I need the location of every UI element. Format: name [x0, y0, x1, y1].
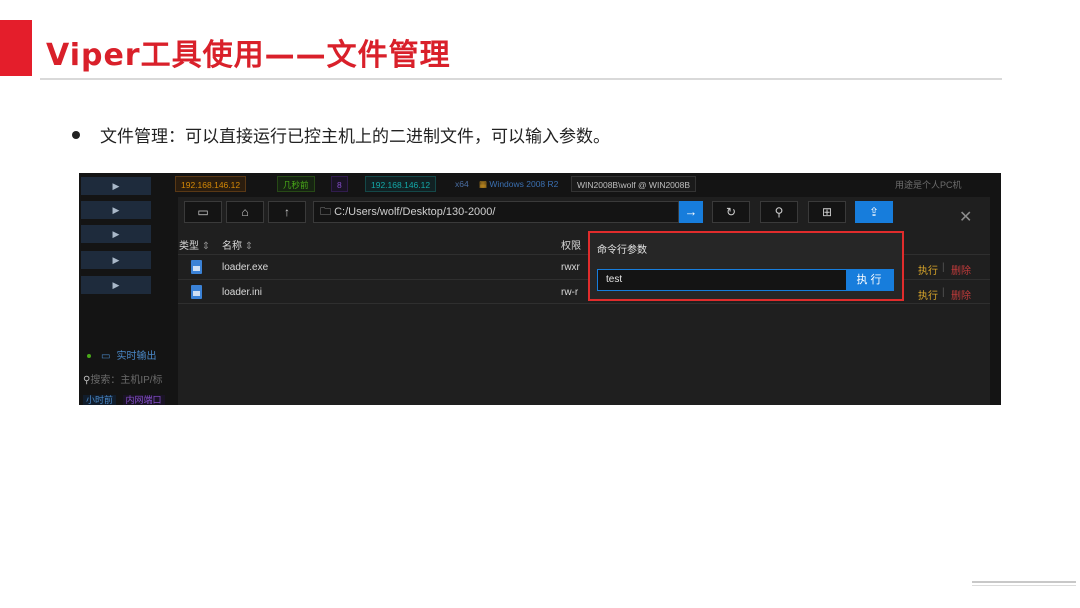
execute-button[interactable]: 执行 — [847, 269, 894, 291]
sidebar-expand-button[interactable]: ▶ — [81, 201, 151, 219]
action-divider: | — [942, 262, 945, 273]
host-search-input[interactable]: ⚲搜索：主机IP/标 — [83, 371, 163, 386]
home-icon: ⌂ — [241, 205, 249, 219]
realtime-output-link[interactable]: ▭ 实时输出 — [87, 347, 156, 362]
desktop-icon: ▭ — [197, 205, 209, 219]
sidebar-expand-button[interactable]: ▶ — [81, 225, 151, 243]
cmd-args-input[interactable]: test — [597, 269, 847, 291]
viper-screenshot: ▶ ▶ ▶ ▶ ▶ 192.168.146.12 几秒前 8 192.168.1… — [79, 173, 1001, 405]
sidebar-expand-button[interactable]: ▶ — [81, 276, 151, 294]
user-tag: WIN2008B\wolf @ WIN2008B — [571, 176, 697, 192]
file-name: loader.ini — [222, 287, 263, 298]
action-divider: | — [942, 287, 945, 298]
upload-icon: ⇪ — [868, 205, 880, 219]
title-divider — [40, 78, 1002, 80]
popover-title: 命令行参数 — [597, 245, 647, 256]
file-permission: rwxr — [561, 262, 580, 273]
port-tag: 内网端口 — [122, 395, 165, 405]
host-ip2-tag: 192.168.146.12 — [365, 176, 437, 192]
sort-icon: ⇕ — [201, 241, 211, 252]
file-permission: rw-r — [561, 287, 579, 298]
home-button[interactable]: ⌂ — [226, 201, 264, 223]
sidebar-expand-button[interactable]: ▶ — [81, 251, 151, 269]
bullet-text: 文件管理：可以直接运行已控主机上的二进制文件，可以输入参数。 — [100, 127, 610, 147]
os-tag: ▦ Windows 2008 R2 — [479, 179, 559, 189]
footer-line — [972, 581, 1076, 583]
sort-icon: ⇕ — [244, 241, 254, 252]
close-icon: ✕ — [959, 209, 973, 226]
path-input[interactable]: 🗀 C:/Users/wolf/Desktop/130-2000/ — [313, 201, 679, 223]
sidebar-expand-button[interactable]: ▶ — [81, 177, 151, 195]
bullet-point: 文件管理：可以直接运行已控主机上的二进制文件，可以输入参数。 — [72, 122, 610, 147]
delete-link[interactable]: 删除 — [951, 287, 971, 302]
host-comment: 用途是个人PC机 — [895, 180, 962, 190]
upload-button[interactable]: ⇪ — [855, 201, 893, 223]
host-ip-tag: 192.168.146.12 — [175, 176, 247, 192]
time-tag: 小时前 — [83, 395, 117, 405]
bottom-tags: 小时前 内网端口 — [83, 393, 165, 405]
up-button[interactable]: ↑ — [268, 201, 306, 223]
refresh-button[interactable]: ↻ — [712, 201, 750, 223]
execute-link[interactable]: 执行 — [918, 262, 938, 277]
folder-icon: 🗀 — [320, 206, 331, 218]
go-path-button[interactable]: → — [679, 201, 703, 223]
delete-link[interactable]: 删除 — [951, 262, 971, 277]
cmd-args-popover: 命令行参数 test 执行 — [588, 231, 904, 301]
title-accent-block — [0, 20, 32, 76]
new-folder-button[interactable]: ⊞ — [808, 201, 846, 223]
file-icon — [191, 260, 202, 274]
file-name: loader.exe — [222, 262, 269, 273]
status-dot-icon — [87, 354, 91, 359]
column-type[interactable]: 类型 ⇕ — [179, 237, 210, 252]
slide-title: Viper工具使用——文件管理 — [46, 38, 451, 73]
arch-tag: x64 — [455, 179, 469, 189]
execute-link[interactable]: 执行 — [918, 287, 938, 302]
bullet-dot-icon — [72, 131, 80, 139]
close-button[interactable]: ✕ — [959, 207, 972, 227]
left-lower-panel: ▭ 实时输出 ⚲搜索：主机IP/标 小时前 内网端口 — [79, 335, 179, 405]
pin-icon: ⚲ — [774, 205, 784, 219]
file-manager-modal: ▭ ⌂ ↑ 🗀 C:/Users/wolf/Desktop/130-2000/ … — [178, 197, 990, 405]
refresh-icon: ↻ — [725, 205, 737, 219]
file-icon — [191, 285, 202, 299]
column-perm: 权限 — [561, 241, 581, 252]
footer-line — [972, 585, 1076, 586]
folder-add-icon: ⊞ — [821, 205, 833, 219]
last-seen-tag: 几秒前 — [277, 176, 315, 192]
desktop-button[interactable]: ▭ — [184, 201, 222, 223]
session-count-tag: 8 — [331, 176, 348, 192]
monitor-icon: ▭ — [101, 351, 111, 362]
column-name[interactable]: 名称 ⇕ — [222, 237, 253, 252]
arrow-up-icon: ↑ — [284, 205, 290, 219]
arrow-right-icon: → — [684, 204, 698, 219]
host-info-bar: 192.168.146.12 几秒前 8 192.168.146.12 x64 … — [171, 176, 1001, 192]
pin-button[interactable]: ⚲ — [760, 201, 798, 223]
windows-icon: ▦ — [479, 179, 488, 189]
